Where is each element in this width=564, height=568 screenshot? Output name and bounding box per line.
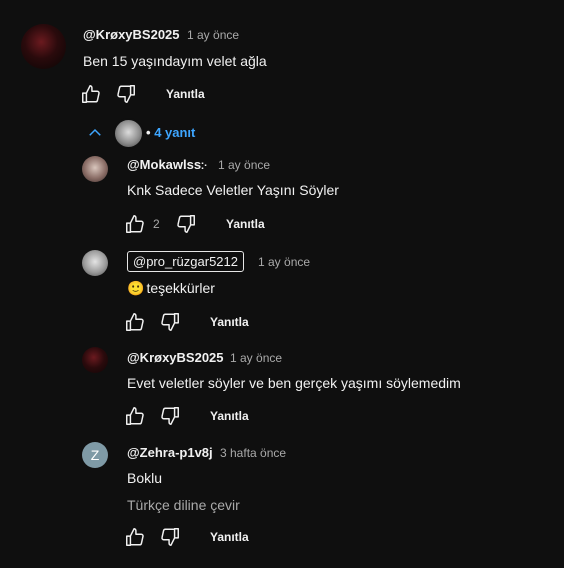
thumb-down-icon[interactable] (175, 213, 197, 235)
reply-time[interactable]: 1 ay önce (258, 255, 310, 269)
reply-button[interactable]: Yanıtla (226, 217, 265, 231)
thumb-up-icon[interactable] (80, 83, 102, 105)
thumb-up-icon[interactable] (124, 213, 146, 235)
thumb-up-icon[interactable] (124, 526, 146, 548)
reply-author[interactable]: @Mokawlss჻ (127, 157, 207, 173)
mention-chip[interactable]: @pro_rüzgar5212 (127, 251, 244, 272)
reply-text: Evet veletler söyler ve ben gerçek yaşım… (127, 375, 461, 391)
comment-author[interactable]: @KrøxyBS2025 (83, 27, 180, 42)
reply-author[interactable]: @Zehra-p1v8j (127, 445, 213, 460)
reply-text: 🙂 teşekkürler (127, 280, 215, 297)
like-count: 2 (153, 217, 160, 231)
replies-count[interactable]: 4 yanıt (154, 125, 195, 140)
thumb-up-icon[interactable] (124, 311, 146, 333)
thumb-down-icon[interactable] (159, 526, 181, 548)
translate-link[interactable]: Türkçe diline çevir (127, 497, 240, 513)
reply-button[interactable]: Yanıtla (210, 409, 249, 423)
reply-button[interactable]: Yanıtla (210, 315, 249, 329)
avatar[interactable] (82, 347, 108, 373)
reply-time[interactable]: 3 hafta önce (220, 446, 286, 460)
thumb-down-icon[interactable] (159, 405, 181, 427)
bullet: • (146, 125, 151, 140)
smile-emoji: 🙂 (127, 280, 145, 296)
reply-button[interactable]: Yanıtla (210, 530, 249, 544)
avatar[interactable] (82, 156, 108, 182)
thumb-down-icon[interactable] (115, 83, 137, 105)
thumb-down-icon[interactable] (159, 311, 181, 333)
comment-time[interactable]: 1 ay önce (187, 28, 239, 42)
reply-time[interactable]: 1 ay önce (230, 351, 282, 365)
reply-button[interactable]: Yanıtla (166, 87, 205, 101)
comment-text: Ben 15 yaşındayım velet ağla (83, 53, 267, 69)
reply-text-body: teşekkürler (146, 280, 215, 296)
chevron-up-icon[interactable] (86, 124, 104, 147)
avatar[interactable]: Z (82, 442, 108, 468)
reply-time[interactable]: 1 ay önce (218, 158, 270, 172)
reply-text: Knk Sadece Veletler Yaşını Söyler (127, 182, 339, 198)
reply-text: Boklu (127, 470, 163, 486)
thumb-up-icon[interactable] (124, 405, 146, 427)
reply-author[interactable]: @KrøxyBS2025 (127, 350, 224, 365)
replies-toggle[interactable]: • 4 yanıt (146, 125, 195, 140)
avatar[interactable] (82, 250, 108, 276)
avatar[interactable] (21, 24, 66, 69)
replier-avatar (113, 118, 144, 149)
